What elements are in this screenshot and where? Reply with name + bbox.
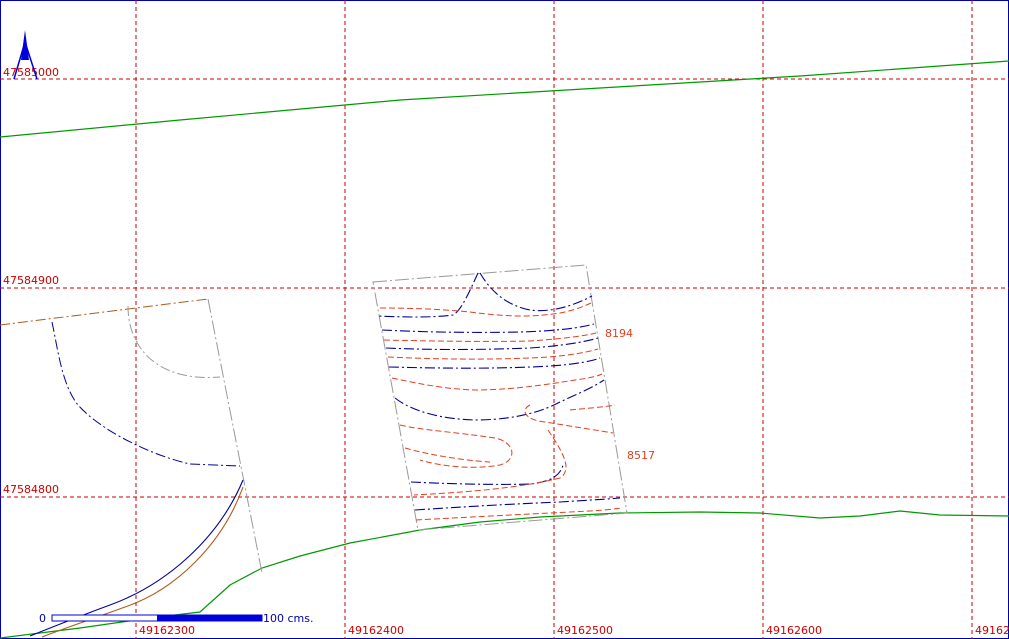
contour-line — [569, 404, 616, 411]
northing-label: 47585000 — [3, 66, 59, 79]
easting-label: 49162300 — [139, 624, 195, 637]
scale-bar-fill — [157, 615, 262, 621]
contour-line — [385, 337, 599, 351]
north-arrow-head — [21, 30, 29, 60]
roads — [0, 60, 1009, 639]
contour-lines-minor — [379, 301, 623, 521]
parcel-boundary-top — [0, 298, 209, 326]
easting-label: 49162700 — [975, 624, 1009, 637]
contour-line — [51, 321, 241, 467]
parcel-boundary-right — [207, 298, 263, 574]
map-view[interactable]: 47585000 47584900 47584800 49162300 4916… — [0, 0, 1009, 639]
scale-bar-end-label: 100 cms. — [263, 612, 313, 625]
contour-line — [391, 373, 603, 391]
contour-line — [377, 272, 479, 318]
easting-label: 49162600 — [766, 624, 822, 637]
contour-line — [479, 272, 593, 312]
contour-line — [388, 357, 601, 369]
contour-line — [387, 348, 599, 360]
contour-line — [394, 379, 605, 421]
northing-label: 47584800 — [3, 483, 59, 496]
grid-lines — [0, 0, 1009, 639]
contour-line — [399, 424, 513, 468]
contour-line — [413, 429, 567, 496]
contour-line — [410, 464, 564, 485]
map-canvas[interactable]: 47585000 47584900 47584800 49162300 4916… — [0, 0, 1009, 639]
contour-line — [524, 404, 614, 434]
survey-boundary — [372, 264, 628, 531]
road-line-north — [0, 60, 1009, 138]
contour-line — [379, 301, 594, 317]
contour-label: 8517 — [627, 449, 655, 462]
survey-parcel: 8194 8517 — [372, 264, 655, 531]
map-frame — [0, 0, 1009, 639]
contour-line — [383, 332, 597, 342]
scale-bar-start-label: 0 — [39, 612, 46, 625]
contour-line — [381, 323, 595, 333]
grid-labels: 47585000 47584900 47584800 49162300 4916… — [3, 66, 1009, 637]
left-parcel — [0, 298, 263, 638]
contour-line — [414, 497, 621, 511]
contour-line — [404, 447, 491, 463]
contour-lines-major — [377, 272, 621, 511]
easting-label: 49162400 — [348, 624, 404, 637]
contour-label: 8194 — [605, 327, 633, 340]
easting-label: 49162500 — [557, 624, 613, 637]
northing-label: 47584900 — [3, 274, 59, 287]
parcel-inner-curve — [127, 305, 221, 379]
